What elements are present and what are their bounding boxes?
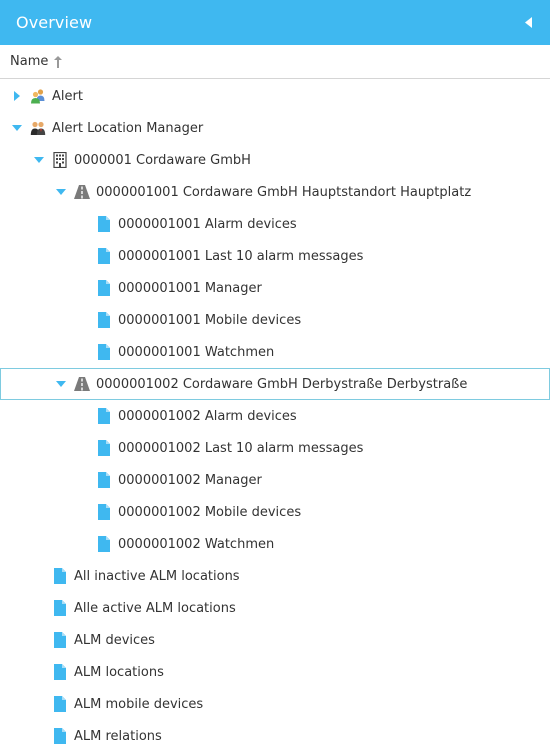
tree-row-label: 0000001001 Watchmen — [118, 344, 275, 360]
tree-row-label: ALM relations — [74, 728, 162, 744]
toggle-spacer — [32, 729, 46, 743]
panel-title: Overview — [16, 13, 93, 32]
toggle-spacer — [76, 345, 90, 359]
sort-ascending-icon[interactable] — [54, 55, 63, 68]
panel-header: Overview — [0, 0, 550, 45]
name-column-label: Name — [10, 54, 49, 69]
document-icon — [96, 440, 112, 456]
document-icon — [96, 344, 112, 360]
tree-row[interactable]: ALM locations — [0, 656, 550, 688]
tree-view: Alert Alert Location Manager 0000001 Corda… — [0, 80, 550, 752]
caret-left-icon — [525, 17, 532, 28]
tree-row-label: ALM mobile devices — [74, 696, 204, 712]
tree-row[interactable]: 0000001001 Manager — [0, 272, 550, 304]
tree-row[interactable]: 0000001002 Cordaware GmbH Derbystraße De… — [0, 368, 550, 400]
tree-row[interactable]: ALM relations — [0, 720, 550, 752]
tree-row[interactable]: Alle active ALM locations — [0, 592, 550, 624]
road-icon — [74, 184, 90, 200]
tree-row-label: 0000001002 Alarm devices — [118, 408, 297, 424]
caret-down-icon[interactable] — [54, 185, 68, 199]
tree-row[interactable]: ALM mobile devices — [0, 688, 550, 720]
toggle-spacer — [76, 313, 90, 327]
tree-row-label: 0000001002 Last 10 alarm messages — [118, 440, 364, 456]
document-icon — [52, 664, 68, 680]
building-icon — [52, 152, 68, 168]
toggle-spacer — [76, 249, 90, 263]
document-icon — [96, 216, 112, 232]
tree-row-label: 0000001 Cordaware GmbH — [74, 152, 251, 168]
document-icon — [96, 504, 112, 520]
caret-down-icon[interactable] — [54, 377, 68, 391]
document-icon — [52, 728, 68, 744]
toggle-spacer — [76, 537, 90, 551]
tree-row[interactable]: ALM devices — [0, 624, 550, 656]
tree-row-label: 0000001001 Mobile devices — [118, 312, 302, 328]
caret-down-icon[interactable] — [32, 153, 46, 167]
tree-row-label: 0000001002 Manager — [118, 472, 262, 488]
tree-row-label: Alert — [52, 88, 83, 104]
document-icon — [96, 248, 112, 264]
tree-row[interactable]: 0000001001 Cordaware GmbH Hauptstandort … — [0, 176, 550, 208]
tree-row[interactable]: 0000001002 Manager — [0, 464, 550, 496]
tree-row-label: 0000001002 Watchmen — [118, 536, 275, 552]
toggle-spacer — [76, 473, 90, 487]
tree-row-label: Alle active ALM locations — [74, 600, 236, 616]
document-icon — [96, 408, 112, 424]
document-icon — [96, 536, 112, 552]
name-column-header[interactable]: Name — [0, 45, 550, 79]
document-icon — [96, 312, 112, 328]
tree-row[interactable]: 0000001001 Last 10 alarm messages — [0, 240, 550, 272]
toggle-spacer — [76, 505, 90, 519]
document-icon — [52, 568, 68, 584]
users-icon — [30, 88, 46, 104]
tree-row[interactable]: 0000001001 Watchmen — [0, 336, 550, 368]
toggle-spacer — [32, 569, 46, 583]
tree-row-label: All inactive ALM locations — [74, 568, 240, 584]
tree-row[interactable]: 0000001002 Mobile devices — [0, 496, 550, 528]
tree-row[interactable]: All inactive ALM locations — [0, 560, 550, 592]
toggle-spacer — [76, 409, 90, 423]
toggle-spacer — [32, 697, 46, 711]
tree-row-label: 0000001001 Cordaware GmbH Hauptstandort … — [96, 184, 472, 200]
tree-row[interactable]: 0000001002 Watchmen — [0, 528, 550, 560]
tree-row[interactable]: 0000001002 Last 10 alarm messages — [0, 432, 550, 464]
tree-row[interactable]: Alert — [0, 80, 550, 112]
collapse-panel-button[interactable] — [522, 16, 536, 30]
tree-row-label: 0000001001 Manager — [118, 280, 262, 296]
tree-row-label: ALM devices — [74, 632, 155, 648]
document-icon — [52, 600, 68, 616]
toggle-spacer — [76, 217, 90, 231]
tree-row[interactable]: 0000001001 Mobile devices — [0, 304, 550, 336]
tree-row[interactable]: 0000001001 Alarm devices — [0, 208, 550, 240]
toggle-spacer — [76, 441, 90, 455]
tree-row-label: Alert Location Manager — [52, 120, 204, 136]
toggle-spacer — [32, 633, 46, 647]
toggle-spacer — [32, 665, 46, 679]
document-icon — [52, 632, 68, 648]
document-icon — [96, 472, 112, 488]
tree-row[interactable]: Alert Location Manager — [0, 112, 550, 144]
road-icon — [74, 376, 90, 392]
tree-row-label: ALM locations — [74, 664, 164, 680]
document-icon — [96, 280, 112, 296]
tree-row-label: 0000001002 Mobile devices — [118, 504, 302, 520]
toggle-spacer — [76, 281, 90, 295]
caret-down-icon[interactable] — [10, 121, 24, 135]
tree-row-label: 0000001001 Alarm devices — [118, 216, 297, 232]
toggle-spacer — [32, 601, 46, 615]
tree-row-label: 0000001001 Last 10 alarm messages — [118, 248, 364, 264]
tree-row[interactable]: 0000001 Cordaware GmbH — [0, 144, 550, 176]
tree-row[interactable]: 0000001002 Alarm devices — [0, 400, 550, 432]
caret-right-icon[interactable] — [10, 89, 24, 103]
document-icon — [52, 696, 68, 712]
tree-row-label: 0000001002 Cordaware GmbH Derbystraße De… — [96, 376, 468, 392]
users-dark-icon — [30, 120, 46, 136]
